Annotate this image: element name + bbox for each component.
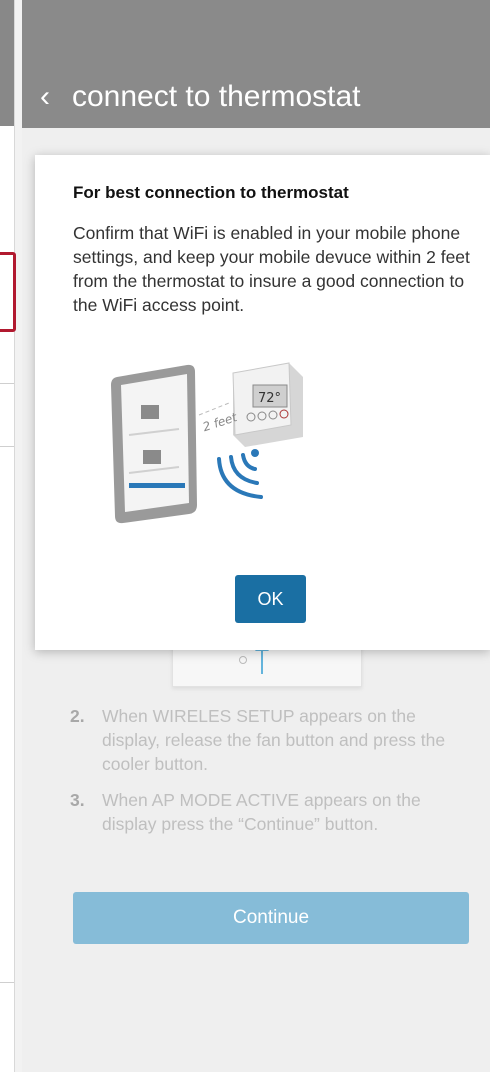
phone-thermostat-illustration: 72° 2 feet	[111, 362, 303, 524]
ok-button[interactable]: OK	[235, 575, 306, 623]
page-title: connect to thermostat	[72, 80, 361, 113]
step-item: 3. When AP MODE ACTIVE appears on the di…	[70, 788, 470, 836]
previous-screen-header	[0, 0, 14, 126]
arrow-line	[261, 648, 263, 674]
divider	[0, 982, 14, 983]
chevron-left-icon[interactable]: ‹	[40, 82, 50, 112]
step-number: 2.	[70, 706, 85, 726]
step-item: 2. When WIRELES SETUP appears on the dis…	[70, 704, 470, 776]
phone-icon	[111, 364, 197, 524]
wifi-signal-icon	[217, 449, 263, 499]
divider	[0, 383, 14, 384]
divider	[0, 446, 14, 447]
app-header: ‹ connect to thermostat	[22, 0, 490, 128]
connection-tip-dialog: For best connection to thermostat Confir…	[35, 155, 490, 650]
thermostat-icon: 72°	[232, 362, 303, 447]
thermostat-reading: 72°	[258, 391, 281, 406]
continue-button[interactable]: Continue	[73, 892, 469, 944]
dialog-body: Confirm that WiFi is enabled in your mob…	[73, 223, 470, 315]
dialog-title: For best connection to thermostat	[73, 183, 349, 202]
highlight-box	[0, 252, 16, 332]
step-text: When WIRELES SETUP appears on the displa…	[102, 706, 446, 774]
indicator-dot	[239, 656, 247, 664]
step-number: 3.	[70, 790, 85, 810]
step-text: When AP MODE ACTIVE appears on the displ…	[102, 790, 421, 834]
instruction-steps: 2. When WIRELES SETUP appears on the dis…	[70, 704, 470, 848]
previous-screen-edge	[0, 0, 16, 1072]
